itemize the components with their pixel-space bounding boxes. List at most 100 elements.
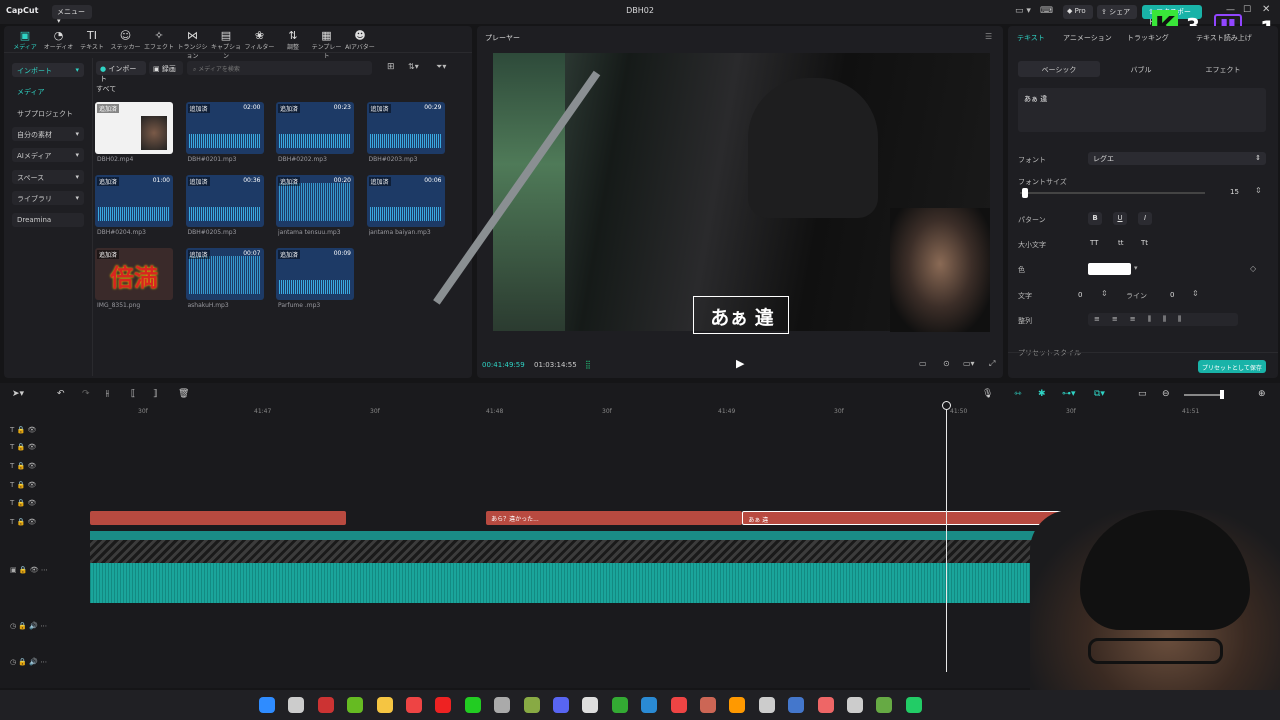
font-select[interactable]: レグエ ⇕ [1088,152,1266,165]
save-preset-button[interactable]: プリセットとして保存 [1198,360,1266,373]
track-header[interactable]: ◷ 🔒 🔊 ⋯ [10,658,47,666]
line-spacing-value[interactable]: 0 [1170,291,1174,299]
text-input[interactable]: あぁ 違 [1018,88,1266,132]
settings-icon[interactable] [847,697,863,713]
font-size-stepper-icon[interactable]: ⇕ [1255,186,1262,195]
sidebar-item[interactable]: ライブラリ ▾ [12,191,84,205]
tool-tab-filter[interactable]: ❀ フィルター [243,29,277,51]
player-menu-icon[interactable]: ☰ [985,32,992,41]
media-thumbnail[interactable]: 追加済 00:36 [185,175,264,227]
track-header-text[interactable]: T 🔒 👁 [10,481,36,489]
line-icon[interactable] [464,697,481,713]
pro-button[interactable]: ◆ Pro [1063,5,1093,19]
share-button[interactable]: ⇪ シェア [1097,5,1137,19]
image-icon[interactable] [817,697,834,713]
tool-tab-template[interactable]: ▦ テンプレート [310,29,344,60]
caption-track-icon[interactable]: ▭ [1138,389,1147,399]
media-thumbnail[interactable]: 倍満 追加済 [95,248,173,300]
sidebar-item[interactable]: インポート ▾ [12,63,84,77]
char-spacing-stepper-icon[interactable]: ⇕ [1101,289,1108,298]
media-thumbnail[interactable]: 追加済 00:29 [366,102,445,154]
undo-icon[interactable]: ↶ [57,389,65,399]
media-thumbnail[interactable]: 追加済 00:20 [276,175,354,227]
play-button[interactable]: ▶ [736,357,744,370]
font-size-value[interactable]: 15 [1230,188,1239,196]
char-spacing-value[interactable]: 0 [1078,291,1082,299]
playhead[interactable] [942,401,951,672]
split-left-icon[interactable]: ⟦ [131,389,135,399]
tool-tab-media[interactable]: ▣ メディア [8,29,42,51]
media-thumbnail[interactable]: 追加済 01:00 [95,175,173,227]
select-tool-icon[interactable]: ➤▾ [12,389,24,399]
sidebar-item[interactable]: メディア [12,84,84,98]
track-header-text[interactable]: T 🔒 👁 [10,518,36,526]
fullscreen-options-icon[interactable]: ▭ [919,359,927,368]
chrome-icon[interactable] [670,697,687,713]
uppercase-button[interactable]: TT [1090,239,1098,247]
preview-axis-icon[interactable]: ⧉▾ [1094,389,1105,399]
xbox-icon[interactable] [611,697,628,713]
chat-icon[interactable] [494,697,511,713]
tool-tab-audio[interactable]: ◔ オーディオ [42,29,76,51]
zoom-fit-timeline-icon[interactable]: ⊕ [1258,389,1266,399]
sidebar-item[interactable]: 自分の素材 ▾ [12,127,84,141]
vim-icon[interactable] [523,697,540,713]
chevron-down-icon[interactable]: ▾ [1134,264,1138,272]
nvidia-icon[interactable] [347,697,364,713]
zoom-slider-handle[interactable] [1220,390,1224,399]
tool-tab-caption[interactable]: ▤ キャプション [209,29,243,60]
media-search-input[interactable]: ⌕ メディアを検索 [187,61,372,75]
caption-clip[interactable] [90,511,347,525]
color-swatch[interactable] [1088,263,1131,275]
sidebar-item[interactable]: スペース ▾ [12,170,84,184]
timecode-grid-icon[interactable]: ⣿ [585,360,591,369]
media-thumbnail[interactable]: 追加済 [95,102,173,154]
keyframe-icon[interactable]: ◇ [1250,264,1256,273]
arrow-icon[interactable] [905,697,922,713]
media-thumbnail[interactable]: 追加済 00:23 [276,102,354,154]
bitcoin-icon[interactable] [729,697,746,713]
lowercase-button[interactable]: tt [1118,239,1124,247]
sidebar-item[interactable]: サブプロジェクト [12,106,84,120]
filter-all-label[interactable]: すべて [96,84,116,94]
ratio-icon[interactable]: ▭▾ [963,359,975,368]
import-button[interactable]: ● インポート [96,61,146,83]
split-right-icon[interactable]: ⟧ [153,389,157,399]
tool-tab-avatar[interactable]: ☻ AIアバター [343,29,377,51]
bold-button[interactable]: B [1088,212,1102,225]
lips-icon[interactable] [406,697,422,713]
tool-tab-adjust[interactable]: ⇅ 調整 [276,29,310,51]
sort-icon[interactable]: ⇅▾ [408,62,419,71]
app-icon[interactable] [582,697,599,713]
track-header-text[interactable]: T 🔒 👁 [10,499,36,507]
tool-tab-transition[interactable]: ⋈ トランジション [176,29,210,60]
shortcut-icon[interactable]: ⌨ [1040,6,1053,16]
store-icon[interactable] [788,697,805,713]
record-button[interactable]: ▣ 録画 [149,61,183,75]
close-icon[interactable]: ✕ [1262,4,1270,15]
record-icon[interactable] [435,697,452,713]
maximize-icon[interactable]: ☐ [1243,5,1251,15]
link-main-track-icon[interactable]: ⇿ [1014,389,1022,399]
align-buttons[interactable]: ≡≡≡⫼⫼⫼ [1088,313,1238,326]
media-thumbnail[interactable]: 追加済 00:09 [276,248,354,300]
edge-icon[interactable] [641,697,658,713]
delete-icon[interactable]: 🗑 [178,389,189,399]
font-size-slider[interactable] [1020,192,1205,194]
redo-icon[interactable]: ↷ [82,389,90,399]
filter-icon[interactable]: ⏷▾ [436,62,446,72]
discord-icon[interactable] [553,697,569,713]
media-thumbnail[interactable]: 追加済 00:07 [185,248,264,300]
property-subtab[interactable]: エフェクト [1182,61,1264,77]
track-header[interactable]: ▣ 🔒 👁 ⋯ [10,566,48,574]
line-spacing-stepper-icon[interactable]: ⇕ [1192,289,1199,298]
minecraft-icon[interactable] [876,697,893,713]
file-explorer-icon[interactable] [288,697,305,713]
property-subtab[interactable]: バブル [1100,61,1182,77]
track-header[interactable]: ◷ 🔒 🔊 ⋯ [10,622,47,630]
sidebar-item[interactable]: Dreamina [12,213,84,227]
sidebar-item[interactable]: AIメディア ▾ [12,148,84,162]
underline-button[interactable]: U [1113,212,1127,225]
playhead-handle[interactable] [942,401,951,410]
microphone-icon[interactable]: 🎙 [982,389,993,399]
